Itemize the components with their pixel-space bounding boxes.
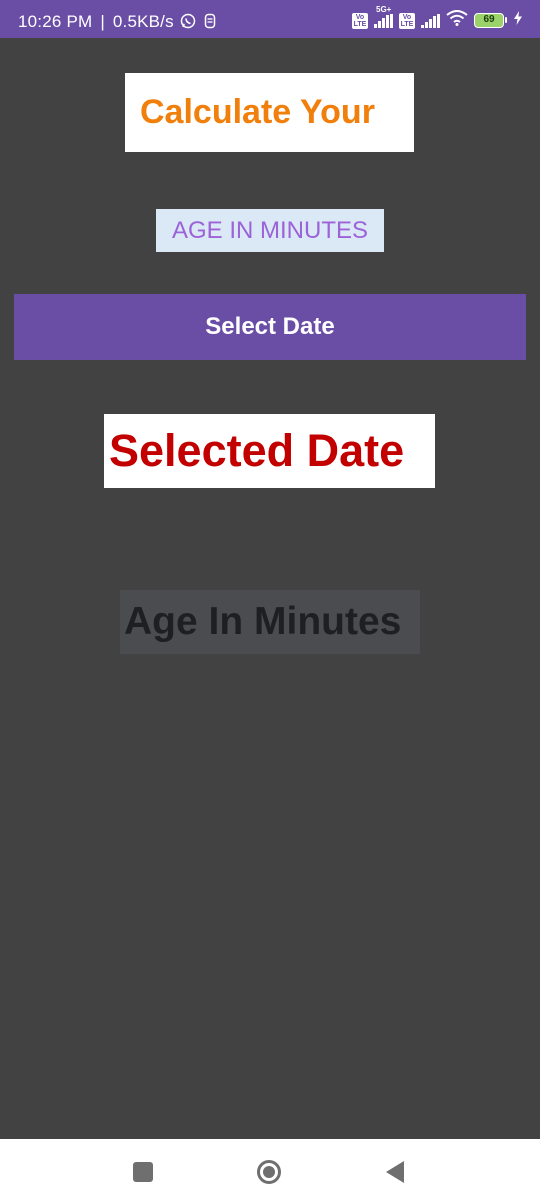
selected-date-text: Selected Date — [109, 425, 405, 476]
volte-icon-sim2: Vo LTE — [399, 12, 415, 29]
status-separator: | — [100, 12, 105, 31]
status-time-group: 10:26 PM | 0.5KB/s — [18, 12, 174, 32]
home-circle-icon — [257, 1159, 281, 1184]
signal-icon-sim2 — [421, 13, 440, 28]
signal-5g-group: 5G+ — [374, 5, 393, 28]
back-button[interactable] — [355, 1139, 435, 1204]
recents-square-icon — [133, 1161, 153, 1182]
notification-icons — [180, 13, 216, 34]
age-in-minutes-text: Age In Minutes — [124, 600, 402, 643]
page-subtitle: AGE IN MINUTES — [156, 209, 384, 252]
wifi-icon — [446, 10, 468, 31]
recents-button[interactable] — [103, 1139, 183, 1204]
system-status-icons: Vo LTE 5G+ Vo LTE 69 — [352, 5, 522, 31]
battery-icon: 69 — [474, 13, 507, 28]
page-title: Calculate Your — [140, 93, 375, 131]
home-button[interactable] — [229, 1139, 309, 1204]
back-triangle-icon — [386, 1160, 404, 1183]
pager-icon — [204, 13, 216, 34]
charging-bolt-icon — [514, 11, 522, 30]
select-date-button[interactable]: Select Date — [14, 294, 526, 360]
navigation-bar — [0, 1139, 540, 1204]
age-in-minutes-box: Age In Minutes — [120, 590, 420, 654]
selected-date-box: Selected Date — [104, 414, 435, 488]
signal-icon — [374, 13, 393, 28]
status-bar: 10:26 PM | 0.5KB/s Vo LTE 5G+ Vo LTE 69 — [0, 0, 540, 38]
network-5g-label: 5G+ — [376, 4, 392, 14]
network-speed: 0.5KB/s — [112, 12, 174, 31]
status-time: 10:26 PM — [18, 12, 93, 31]
volte-icon: Vo LTE — [352, 12, 368, 29]
title-box: Calculate Your — [125, 73, 414, 152]
whatsapp-icon — [180, 13, 196, 34]
